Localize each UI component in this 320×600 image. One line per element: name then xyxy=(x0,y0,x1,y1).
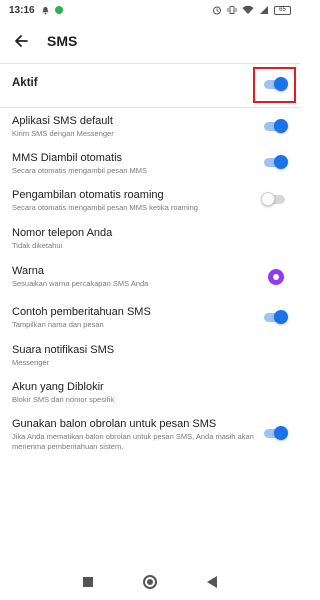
setting-subtitle: Secara otomatis mengambil pesan MMS xyxy=(12,166,148,175)
setting-subtitle: Tampilkan nama dan pesan xyxy=(12,320,104,329)
toggle-thumb xyxy=(274,119,288,133)
setting-title: MMS Diambil otomatis xyxy=(12,152,123,164)
arrow-left-icon xyxy=(15,35,28,47)
default-sms-toggle[interactable] xyxy=(262,119,288,133)
toggle-thumb xyxy=(274,310,288,324)
setting-subtitle: Sesuaikan warna percakapan SMS Anda xyxy=(12,279,149,288)
setting-title: Warna xyxy=(12,265,44,277)
signal-icon xyxy=(260,6,268,14)
roaming-toggle[interactable] xyxy=(261,192,287,206)
toggle-thumb xyxy=(261,192,275,206)
whatsapp-icon xyxy=(54,6,63,14)
setting-title: Pengambilan otomatis roaming xyxy=(12,189,164,201)
setting-subtitle: Blokir SMS dari nomor spesifik xyxy=(12,395,115,404)
aktif-label: Aktif xyxy=(12,77,38,89)
status-bar: 13:16 65 xyxy=(0,0,300,20)
setting-title: Akun yang Diblokir xyxy=(12,381,104,393)
setting-title: Aplikasi SMS default xyxy=(12,115,113,127)
setting-mms-auto-download[interactable]: MMS Diambil otomatis Secara otomatis men… xyxy=(0,152,300,186)
setting-subtitle: Messenger xyxy=(12,358,50,367)
color-swatch[interactable] xyxy=(268,269,284,285)
page-title: SMS xyxy=(47,33,78,49)
home-circle-icon[interactable] xyxy=(143,574,157,589)
notification-preview-toggle[interactable] xyxy=(262,310,288,324)
back-button[interactable] xyxy=(10,30,32,52)
color-swatch-center xyxy=(273,274,279,280)
vibrate-icon xyxy=(227,6,237,14)
setting-blocked-accounts[interactable]: Akun yang Diblokir Blokir SMS dari nomor… xyxy=(0,381,300,415)
setting-title: Contoh pemberitahuan SMS xyxy=(12,306,151,318)
mms-auto-toggle[interactable] xyxy=(262,155,288,169)
setting-subtitle: Kirim SMS dengan Messenger xyxy=(12,129,114,138)
system-nav-bar xyxy=(0,563,300,600)
setting-title: Suara notifikasi SMS xyxy=(12,344,115,356)
setting-roaming-auto-download[interactable]: Pengambilan otomatis roaming Secara otom… xyxy=(0,189,300,223)
highlight-annotation xyxy=(253,67,296,103)
status-time: 13:16 xyxy=(9,4,35,16)
wifi-icon xyxy=(242,5,254,14)
alarm-icon xyxy=(213,6,221,15)
setting-subtitle: Secara otomatis mengambil pesan MMS keti… xyxy=(12,203,198,212)
toggle-thumb xyxy=(274,155,288,169)
status-right-icons: 65 xyxy=(212,5,291,15)
setting-phone-number[interactable]: Nomor telepon Anda Tidak diketahui xyxy=(0,227,300,261)
setting-title: Gunakan balon obrolan untuk pesan SMS xyxy=(12,418,217,430)
setting-chat-heads[interactable]: Gunakan balon obrolan untuk pesan SMS Ji… xyxy=(0,418,300,462)
setting-default-sms-app[interactable]: Aplikasi SMS default Kirim SMS dengan Me… xyxy=(0,115,300,149)
setting-subtitle: Jika Anda mematikan balon obrolan untuk … xyxy=(12,432,254,451)
toggle-thumb xyxy=(274,426,288,440)
back-triangle-icon[interactable] xyxy=(207,575,217,588)
aktif-divider xyxy=(0,107,300,108)
battery-icon: 65 xyxy=(274,5,291,15)
home-core xyxy=(147,578,153,585)
setting-title: Nomor telepon Anda xyxy=(12,227,113,239)
chat-heads-toggle[interactable] xyxy=(262,426,288,440)
recents-square-icon[interactable] xyxy=(83,576,93,587)
setting-notification-preview[interactable]: Contoh pemberitahuan SMS Tampilkan nama … xyxy=(0,306,300,340)
setting-subtitle: Tidak diketahui xyxy=(12,241,63,250)
notification-bell-icon xyxy=(41,6,49,15)
status-left-icons xyxy=(41,6,63,15)
app-bar: SMS xyxy=(0,26,300,56)
setting-color[interactable]: Warna Sesuaikan warna percakapan SMS And… xyxy=(0,265,300,299)
setting-notification-sound[interactable]: Suara notifikasi SMS Messenger xyxy=(0,344,300,378)
